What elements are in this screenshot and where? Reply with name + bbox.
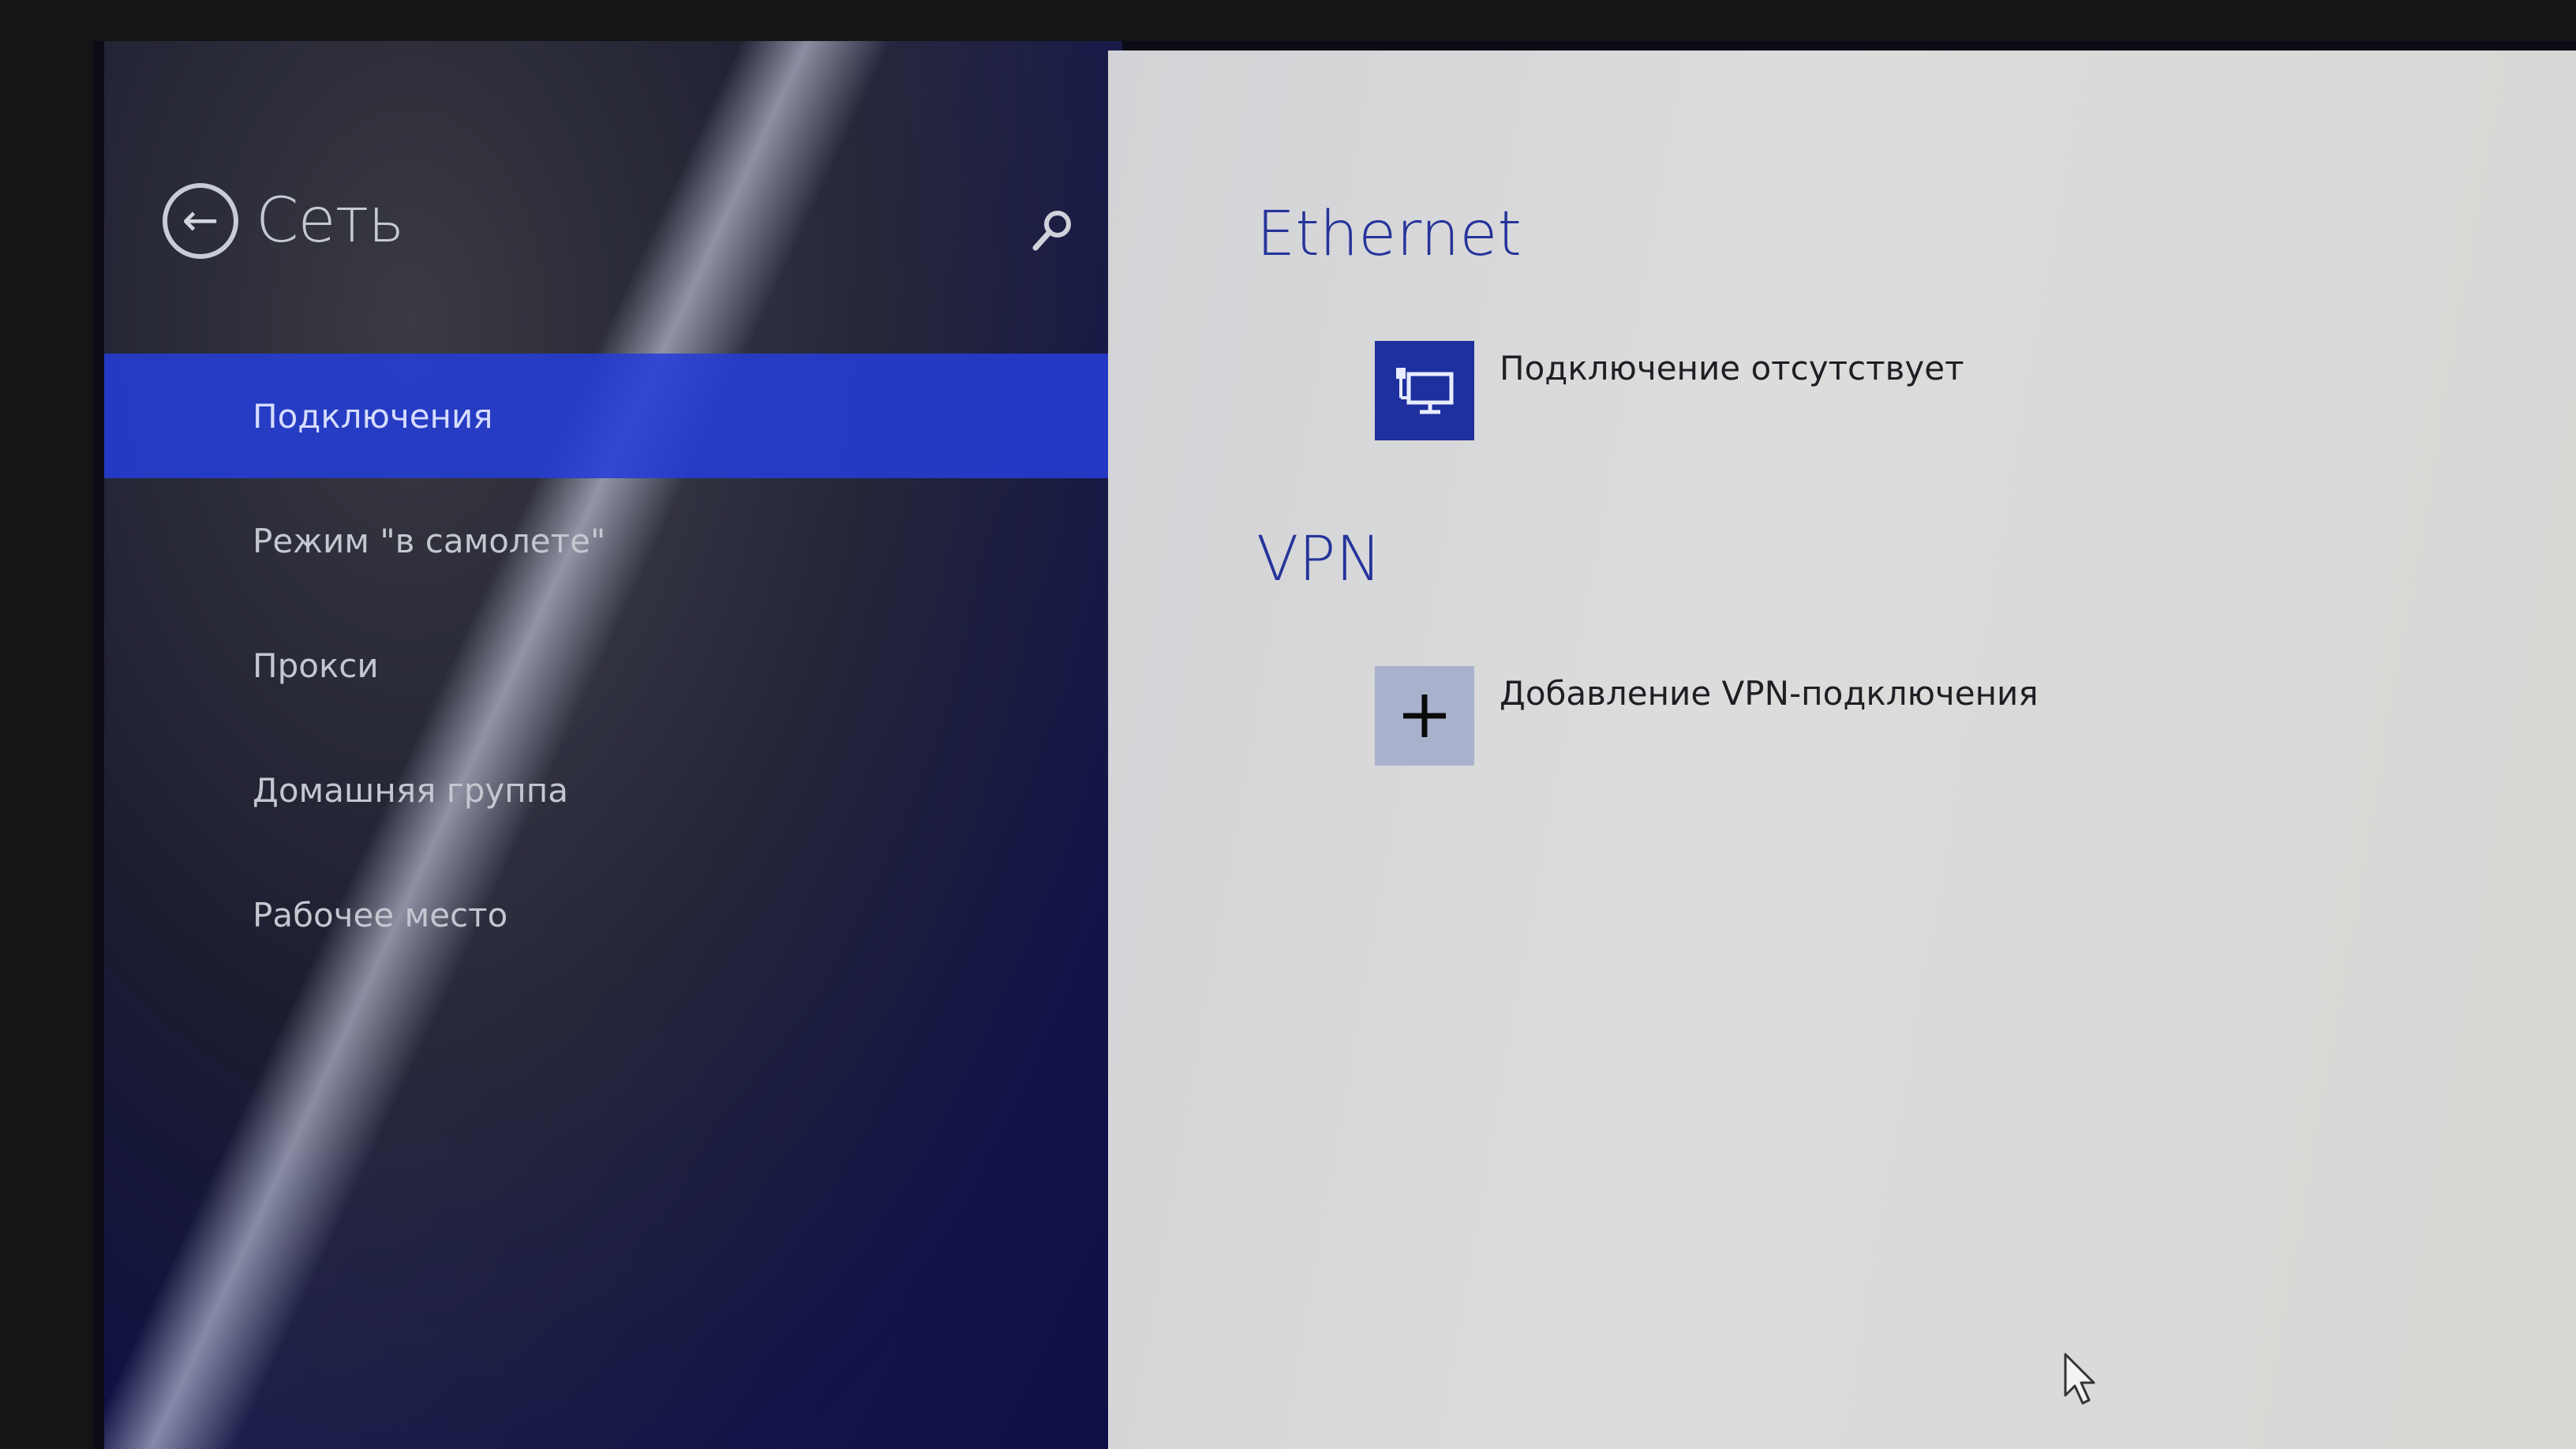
ethernet-status: Подключение отсутствует [1500, 349, 1964, 388]
nav-item-homegroup[interactable]: Домашняя группа [104, 728, 1122, 852]
screen: ← Сеть Подключения Режим "в самолете" Пр… [93, 41, 2576, 1449]
ethernet-connection[interactable]: Подключение отсутствует [1375, 341, 1964, 440]
ethernet-icon [1396, 368, 1454, 414]
ethernet-tile [1375, 341, 1474, 440]
nav-item-label: Подключения [253, 396, 493, 436]
nav-item-label: Рабочее место [253, 895, 508, 934]
mouse-cursor-icon [2064, 1353, 2095, 1405]
content-pane: Ethernet Подключение отсутствует VPN Доб… [1108, 51, 2576, 1449]
nav-item-label: Прокси [253, 646, 379, 685]
back-button[interactable]: ← [163, 183, 238, 259]
back-arrow-icon: ← [182, 195, 219, 246]
search-button[interactable] [1028, 205, 1078, 256]
nav-pane: ← Сеть Подключения Режим "в самолете" Пр… [104, 41, 1122, 1449]
nav-list: Подключения Режим "в самолете" Прокси До… [104, 354, 1122, 977]
plus-icon [1403, 695, 1446, 737]
page-title: Сеть [256, 185, 404, 256]
add-vpn-button[interactable]: Добавление VPN-подключения [1375, 666, 2039, 766]
vpn-heading: VPN [1256, 524, 1382, 595]
search-icon [1032, 211, 1071, 251]
nav-item-proxy[interactable]: Прокси [104, 603, 1122, 728]
nav-header: ← Сеть [163, 183, 404, 259]
add-vpn-tile [1375, 666, 1474, 766]
ethernet-heading: Ethernet [1256, 199, 1522, 270]
nav-item-airplane-mode[interactable]: Режим "в самолете" [104, 478, 1122, 603]
nav-item-connections[interactable]: Подключения [104, 354, 1122, 478]
nav-item-label: Домашняя группа [253, 770, 568, 810]
add-vpn-label: Добавление VPN-подключения [1500, 674, 2039, 713]
nav-item-workplace[interactable]: Рабочее место [104, 852, 1122, 977]
nav-item-label: Режим "в самолете" [253, 521, 606, 560]
